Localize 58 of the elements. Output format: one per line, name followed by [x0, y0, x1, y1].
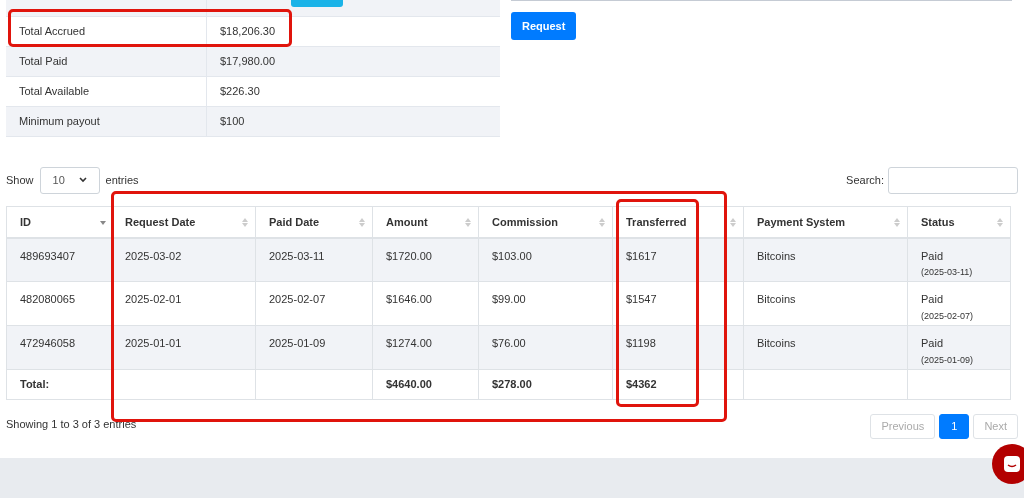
- table-cell: 2025-02-07: [269, 293, 326, 305]
- column-header[interactable]: Amount: [372, 206, 479, 238]
- status-date: (2025-02-07): [921, 309, 974, 323]
- search-label: Search:: [846, 172, 884, 188]
- status-date: (2025-01-09): [921, 353, 974, 367]
- chat-icon: [1003, 455, 1021, 473]
- summary-value: $100: [220, 114, 245, 130]
- table-cell: 2025-02-01: [125, 293, 182, 305]
- column-header[interactable]: Request Date: [111, 206, 256, 238]
- table-cell: $1720.00: [386, 249, 432, 262]
- total-value: $278.00: [492, 378, 532, 391]
- status-text: Paid: [921, 248, 944, 264]
- table-cell: 2025-01-01: [125, 337, 182, 349]
- summary-value: $18,206.30: [220, 24, 276, 40]
- summary-value: $17,980.00: [220, 54, 276, 70]
- table-cell: $1198: [626, 337, 656, 349]
- summary-label: Minimum payout: [19, 114, 100, 130]
- table-cell: 489693407: [20, 249, 76, 262]
- table-cell: Bitcoins: [757, 293, 796, 305]
- summary-label: Total Paid: [19, 54, 68, 70]
- column-header[interactable]: Paid Date: [255, 206, 373, 238]
- table-cell: 2025-01-09: [269, 337, 326, 349]
- total-value: $4362: [626, 378, 657, 391]
- page-button[interactable]: 1: [939, 414, 970, 439]
- table-cell: $1274.00: [386, 337, 432, 349]
- table-cell: $99.00: [492, 293, 526, 305]
- request-button[interactable]: Request: [511, 12, 577, 40]
- table-cell: $76.00: [492, 337, 526, 349]
- entries-select[interactable]: 10: [39, 166, 100, 194]
- table-cell: Bitcoins: [757, 249, 796, 262]
- button-fragment[interactable]: [291, 0, 343, 7]
- table-cell: 472946058: [20, 337, 76, 349]
- table-cell: $1547: [626, 293, 657, 305]
- column-header[interactable]: ID: [6, 206, 112, 238]
- length-label: entries: [105, 172, 139, 188]
- entries-info: Showing 1 to 3 of 3 entries: [6, 417, 137, 432]
- summary-label: Total Available: [19, 84, 90, 100]
- column-header[interactable]: Status: [907, 206, 1011, 238]
- table-cell: $103.00: [492, 249, 532, 262]
- column-header[interactable]: Commission: [478, 206, 613, 238]
- column-header[interactable]: Transferred: [612, 206, 744, 238]
- table-cell: $1646.00: [386, 293, 432, 305]
- summary-label: Total Accrued: [19, 24, 86, 40]
- table-cell: $1617: [626, 249, 657, 262]
- table-cell: 2025-03-02: [125, 249, 182, 262]
- status-text: Paid: [921, 292, 944, 307]
- search-field[interactable]: [888, 166, 1018, 194]
- summary-value: $226.30: [220, 84, 260, 100]
- status-text: Paid: [921, 336, 944, 351]
- table-cell: 2025-03-11: [269, 249, 325, 262]
- total-value: $4640.00: [386, 378, 432, 391]
- length-label: Show: [6, 172, 34, 188]
- column-header[interactable]: Payment System: [743, 206, 908, 238]
- total-label: Total:: [20, 378, 50, 391]
- table-cell: Bitcoins: [757, 337, 796, 349]
- chevron-down-icon: [78, 177, 87, 183]
- table-cell: 482080065: [20, 293, 76, 305]
- status-date: (2025-03-11): [921, 266, 973, 279]
